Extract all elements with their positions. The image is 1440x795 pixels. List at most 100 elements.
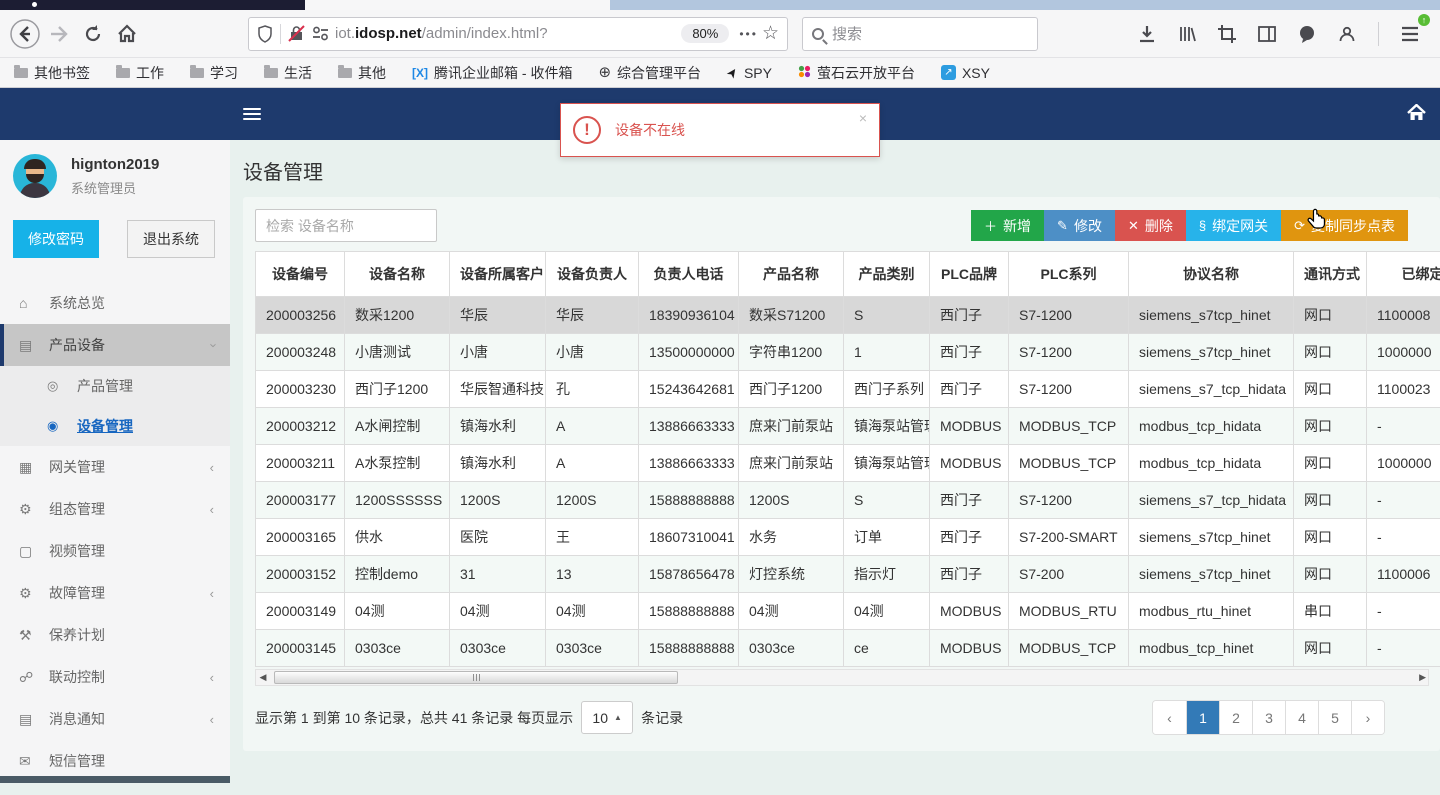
sidebar-item-消息通知[interactable]: ▤ 消息通知 ‹	[0, 698, 230, 740]
table-row[interactable]: 200003152 控制demo 31 13 15878656478 灯控系统 指示灯 西门子…	[255, 555, 1440, 593]
table-row[interactable]: 200003177 1200SSSSSS 1200S 1200S 15888888888…	[255, 481, 1440, 519]
back-button[interactable]	[8, 17, 42, 51]
sidebar-item-产品设备[interactable]: ▤ 产品设备 ‹	[0, 324, 230, 366]
scrollbar-thumb[interactable]	[274, 671, 678, 684]
action-button-复制同步点表[interactable]: ⟳ 复制同步点表	[1281, 210, 1408, 241]
table-cell: 网口	[1293, 407, 1367, 445]
column-header[interactable]: 设备名称	[344, 251, 450, 297]
zoom-level-badge[interactable]: 80%	[681, 24, 730, 43]
logout-button[interactable]: 退出系统	[127, 220, 215, 258]
pager-page-2[interactable]: 2	[1219, 701, 1252, 734]
pager-prev[interactable]: ‹	[1153, 701, 1186, 734]
update-badge: ↑	[1418, 13, 1430, 26]
forward-button[interactable]	[42, 17, 76, 51]
menu-hamburger-icon[interactable]: ↑	[1393, 13, 1430, 51]
column-header[interactable]: 协议名称	[1128, 251, 1294, 297]
bookmark-item[interactable]: ➤ SPY	[723, 63, 772, 81]
tracking-shield-icon[interactable]	[257, 24, 273, 43]
sidebar-item-联动控制[interactable]: ☍ 联动控制 ‹	[0, 656, 230, 698]
column-header[interactable]: 负责人电话	[638, 251, 739, 297]
table-cell: MODBUS_RTU	[1008, 592, 1129, 630]
caret-up-icon: ▲	[614, 713, 622, 722]
table-row[interactable]: 200003256 数采1200 华辰 华辰 18390936104 数采S71200 S 西…	[255, 296, 1440, 334]
table-row[interactable]: 200003212 A水闸控制 镇海水利 A 13886663333 庶来门前泵站 镇海泵站…	[255, 407, 1440, 445]
scroll-right-arrow-icon[interactable]: ▶	[1419, 672, 1426, 683]
bookmark-item[interactable]: 工作	[116, 63, 164, 83]
table-cell: 13886663333	[638, 444, 739, 482]
column-header[interactable]: PLC系列	[1008, 251, 1129, 297]
table-row[interactable]: 200003165 供水 医院王 18607310041 水务 订单 西门子 S7-200-S…	[255, 518, 1440, 556]
table-cell: 0303ce	[344, 629, 450, 667]
insecure-lock-icon[interactable]	[288, 25, 305, 42]
sidebar-item-保养计划[interactable]: ⚒ 保养计划	[0, 614, 230, 656]
change-password-button[interactable]: 修改密码	[13, 220, 99, 258]
table-cell: 华辰	[545, 296, 639, 334]
url-bar[interactable]: iot.idosp.net/admin/index.html? 80% ••• …	[248, 16, 788, 51]
table-cell: 1000000	[1366, 333, 1440, 371]
pager-next[interactable]: ›	[1351, 701, 1384, 734]
column-header[interactable]: 设备编号	[255, 251, 345, 297]
sidebar-toggle-icon[interactable]	[243, 108, 261, 120]
bookmark-star-icon[interactable]: ☆	[762, 22, 779, 45]
table-cell: 西门子	[929, 333, 1009, 371]
alert-close-icon[interactable]: ×	[859, 110, 867, 126]
action-button-label: 删除	[1144, 217, 1173, 234]
column-header[interactable]: 产品类别	[843, 251, 930, 297]
bookmark-item[interactable]: 生活	[264, 63, 312, 83]
sidebar-item-网关管理[interactable]: ▦ 网关管理 ‹	[0, 446, 230, 488]
app-home-icon[interactable]	[1407, 102, 1426, 125]
action-button-绑定网关[interactable]: § 绑定网关	[1185, 210, 1282, 241]
submenu-item-产品管理[interactable]: ◎ 产品管理	[0, 366, 230, 406]
column-header[interactable]: 已绑定网关	[1366, 251, 1440, 297]
table-row[interactable]: 200003230 西门子1200 华辰智通科技孔 15243642681 西门子120…	[255, 370, 1440, 408]
bookmark-item[interactable]: 萤石云开放平台	[798, 63, 915, 83]
bookmark-item[interactable]: [X] 腾讯企业邮箱 - 收件箱	[412, 63, 572, 83]
bookmark-item[interactable]: 其他	[338, 63, 386, 83]
page-size-select[interactable]: 10 ▲	[581, 701, 634, 734]
browser-search-box[interactable]: 搜索	[802, 16, 1038, 51]
reload-button[interactable]	[76, 17, 110, 51]
device-search-input[interactable]	[255, 209, 437, 242]
sidebar-item-视频管理[interactable]: ▢ 视频管理	[0, 530, 230, 572]
table-cell: 水务	[738, 518, 844, 556]
url-text[interactable]: iot.idosp.net/admin/index.html?	[335, 25, 681, 42]
active-tab[interactable]	[305, 0, 610, 10]
sidebars-icon[interactable]	[1250, 17, 1284, 51]
library-icon[interactable]	[1170, 17, 1204, 51]
chat-bubble-icon[interactable]	[1290, 17, 1324, 51]
action-button-新增[interactable]: ＋ 新增	[971, 210, 1045, 241]
pager-page-1[interactable]: 1	[1186, 701, 1219, 734]
table-row[interactable]: 200003248 小唐测试 小唐 小唐 13500000000 字符串1200 1 西门子 S…	[255, 333, 1440, 371]
table-cell: 04测	[344, 592, 450, 630]
bookmark-item[interactable]: ↗ XSY	[940, 65, 990, 81]
bookmark-item[interactable]: ⊕ 综合管理平台	[598, 63, 701, 83]
bookmark-item[interactable]: 其他书签	[14, 63, 90, 83]
table-row[interactable]: 200003145 0303ce 0303ce 0303ce 15888888888 03…	[255, 629, 1440, 667]
permissions-icon[interactable]	[312, 26, 329, 41]
column-header[interactable]: 通讯方式	[1293, 251, 1367, 297]
column-header[interactable]: PLC品牌	[929, 251, 1009, 297]
action-button-删除[interactable]: ✕ 删除	[1114, 210, 1186, 241]
submenu-item-设备管理[interactable]: ◉ 设备管理	[0, 406, 230, 446]
table-row[interactable]: 200003149 04测 04测 04测 15888888888 04测 04测 MODBU…	[255, 592, 1440, 630]
column-header[interactable]: 设备负责人	[545, 251, 639, 297]
pager-page-3[interactable]: 3	[1252, 701, 1285, 734]
sidebar-item-故障管理[interactable]: ⚙ 故障管理 ‹	[0, 572, 230, 614]
page-actions-icon[interactable]: •••	[739, 27, 758, 41]
home-button[interactable]	[110, 17, 144, 51]
downloads-icon[interactable]	[1130, 17, 1164, 51]
sidebar-item-组态管理[interactable]: ⚙ 组态管理 ‹	[0, 488, 230, 530]
screenshot-crop-icon[interactable]	[1210, 17, 1244, 51]
column-header[interactable]: 产品名称	[738, 251, 844, 297]
action-button-修改[interactable]: ✎ 修改	[1044, 210, 1115, 241]
scroll-left-arrow-icon[interactable]: ◀	[256, 672, 270, 683]
table-row[interactable]: 200003211 A水泵控制 镇海水利 A 13886663333 庶来门前泵站 镇海泵站…	[255, 444, 1440, 482]
column-header[interactable]: 设备所属客户	[449, 251, 546, 297]
pager-page-5[interactable]: 5	[1318, 701, 1351, 734]
bookmark-item[interactable]: 学习	[190, 63, 238, 83]
pager-page-4[interactable]: 4	[1285, 701, 1318, 734]
table-cell: siemens_s7_tcp_hidata	[1128, 370, 1294, 408]
horizontal-scrollbar[interactable]: ◀ ▶	[255, 669, 1429, 686]
account-icon[interactable]	[1330, 17, 1364, 51]
sidebar-item-系统总览[interactable]: ⌂ 系统总览	[0, 282, 230, 324]
